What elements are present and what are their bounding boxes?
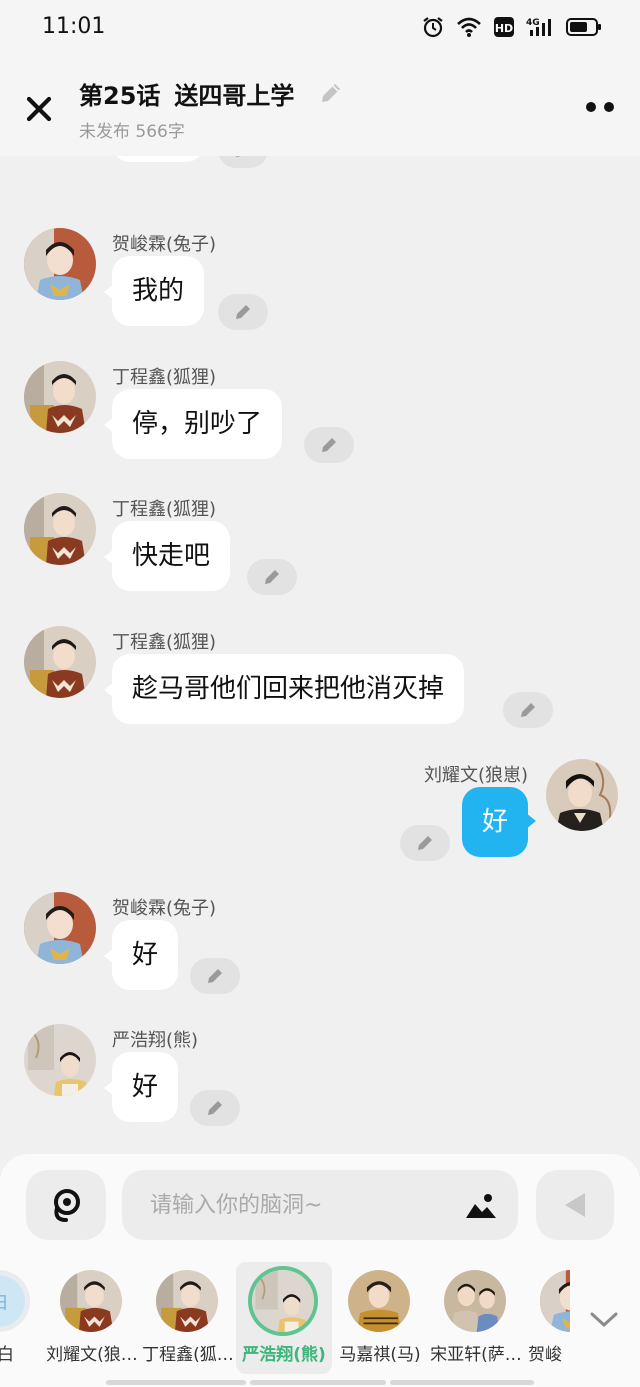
character-name: 宋亚轩(萨… [430, 1345, 522, 1365]
avatar[interactable] [24, 892, 96, 964]
sender-name: 丁程鑫(狐狸) [112, 367, 217, 388]
edit-message-button[interactable] [304, 427, 354, 463]
alarm-icon [423, 17, 443, 38]
character-avatar [540, 1270, 570, 1332]
sender-name: 贺峻霖(兔子) [112, 234, 217, 255]
wifi-icon [457, 17, 481, 37]
avatar[interactable] [546, 759, 618, 831]
avatar[interactable] [24, 1024, 96, 1096]
pencil-icon [208, 1101, 222, 1115]
more-options-button[interactable] [586, 100, 614, 114]
input-bar [0, 1154, 640, 1262]
character-item[interactable]: 宋亚轩(萨… [428, 1262, 524, 1374]
chat-list[interactable]: 我的 贺峻霖(兔子) 我的 丁程鑫(狐狸) 停，别吵了 丁程鑫(狐狸) 快走吧 … [0, 156, 640, 1156]
battery-icon [566, 18, 601, 36]
signal-4g-icon: 4G [526, 18, 551, 36]
header: 第25话 送四哥上学 未发布 566字 [0, 56, 640, 156]
pencil-icon [418, 836, 432, 850]
pencil-icon [236, 156, 241, 157]
send-button[interactable] [536, 1170, 614, 1240]
status-icons: HD 4G [422, 16, 602, 38]
character-item-selected[interactable]: 严浩翔(熊) [236, 1262, 332, 1374]
episode-label: 第25话 [79, 82, 161, 110]
home-indicator [250, 1380, 386, 1385]
pencil-icon [236, 305, 250, 319]
character-item[interactable]: 白 [0, 1262, 48, 1374]
edit-message-button[interactable] [190, 958, 240, 994]
message-bubble[interactable]: 好 [461, 787, 537, 857]
status-bar: 11:01 HD 4G [0, 0, 640, 56]
sender-name: 刘耀文(狼崽) [423, 765, 528, 786]
voice-button[interactable] [26, 1170, 106, 1240]
character-item[interactable]: 贺峻 [524, 1262, 570, 1374]
more-dot-icon [586, 102, 596, 112]
home-indicator [390, 1380, 534, 1385]
close-icon[interactable] [22, 92, 56, 126]
story-input[interactable] [122, 1170, 518, 1240]
page-title: 第25话 送四哥上学 [79, 76, 294, 111]
avatar[interactable] [24, 228, 96, 300]
avatar[interactable] [24, 361, 96, 433]
edit-title-icon[interactable] [318, 80, 344, 106]
character-name: 丁程鑫(狐… [142, 1345, 234, 1365]
character-item[interactable]: 刘耀文(狼… [44, 1262, 140, 1374]
message-bubble[interactable]: 我的 [103, 256, 205, 326]
episode-title: 送四哥上学 [174, 82, 295, 110]
avatar[interactable] [24, 626, 96, 698]
pencil-icon [322, 438, 336, 452]
status-time: 11:01 [42, 14, 106, 39]
message-bubble[interactable]: 快走吧 [103, 521, 231, 591]
svg-text:4G: 4G [526, 18, 540, 28]
pencil-icon [521, 703, 535, 717]
character-name: 白 [0, 1345, 14, 1365]
edit-message-button[interactable] [400, 825, 450, 861]
sender-name: 丁程鑫(狐狸) [112, 632, 217, 653]
character-name: 贺峻 [528, 1345, 562, 1365]
hd-icon: HD [494, 17, 514, 37]
edit-message-button[interactable] [218, 294, 268, 330]
send-icon [565, 1193, 585, 1217]
chevron-down-icon[interactable] [588, 1310, 620, 1330]
avatar[interactable] [24, 493, 96, 565]
message-bubble[interactable]: 停，别吵了 [103, 389, 283, 459]
character-avatar [156, 1270, 218, 1332]
edit-message-button[interactable] [190, 1090, 240, 1126]
edit-message-button[interactable] [218, 156, 268, 168]
character-item[interactable]: 马嘉祺(马) [332, 1262, 428, 1374]
character-name: 刘耀文(狼… [46, 1345, 138, 1365]
character-avatar [252, 1270, 314, 1332]
pencil-icon [265, 570, 279, 584]
edit-message-button[interactable] [503, 692, 553, 728]
edit-message-button[interactable] [247, 559, 297, 595]
character-picker[interactable]: 白 刘耀文(狼… 丁程鑫(狐… 严浩翔(熊) 马嘉祺(马) 宋亚轩(萨… 贺峻 [0, 1262, 640, 1387]
sender-name: 严浩翔(熊) [112, 1030, 199, 1051]
character-name: 严浩翔(熊) [242, 1345, 326, 1365]
character-avatar [348, 1270, 410, 1332]
episode-subtitle: 未发布 566字 [79, 122, 185, 142]
more-dot-icon [604, 102, 614, 112]
swirl-icon [54, 1189, 80, 1222]
character-avatar [0, 1270, 30, 1332]
message-bubble[interactable]: 趁马哥他们回来把他消灭掉 [103, 654, 465, 724]
character-avatar [444, 1270, 506, 1332]
character-name: 马嘉祺(马) [339, 1345, 421, 1365]
character-avatar [60, 1270, 122, 1332]
message-bubble[interactable]: 好 [103, 1052, 179, 1122]
sender-name: 丁程鑫(狐狸) [112, 499, 217, 520]
character-item[interactable]: 丁程鑫(狐… [140, 1262, 236, 1374]
home-indicator [106, 1380, 246, 1385]
sender-name: 贺峻霖(兔子) [112, 898, 217, 919]
image-icon[interactable] [464, 1192, 498, 1220]
pencil-icon [208, 969, 222, 983]
svg-text:HD: HD [495, 22, 513, 35]
message-bubble[interactable]: 我的 [112, 156, 205, 162]
message-bubble[interactable]: 好 [103, 920, 179, 990]
